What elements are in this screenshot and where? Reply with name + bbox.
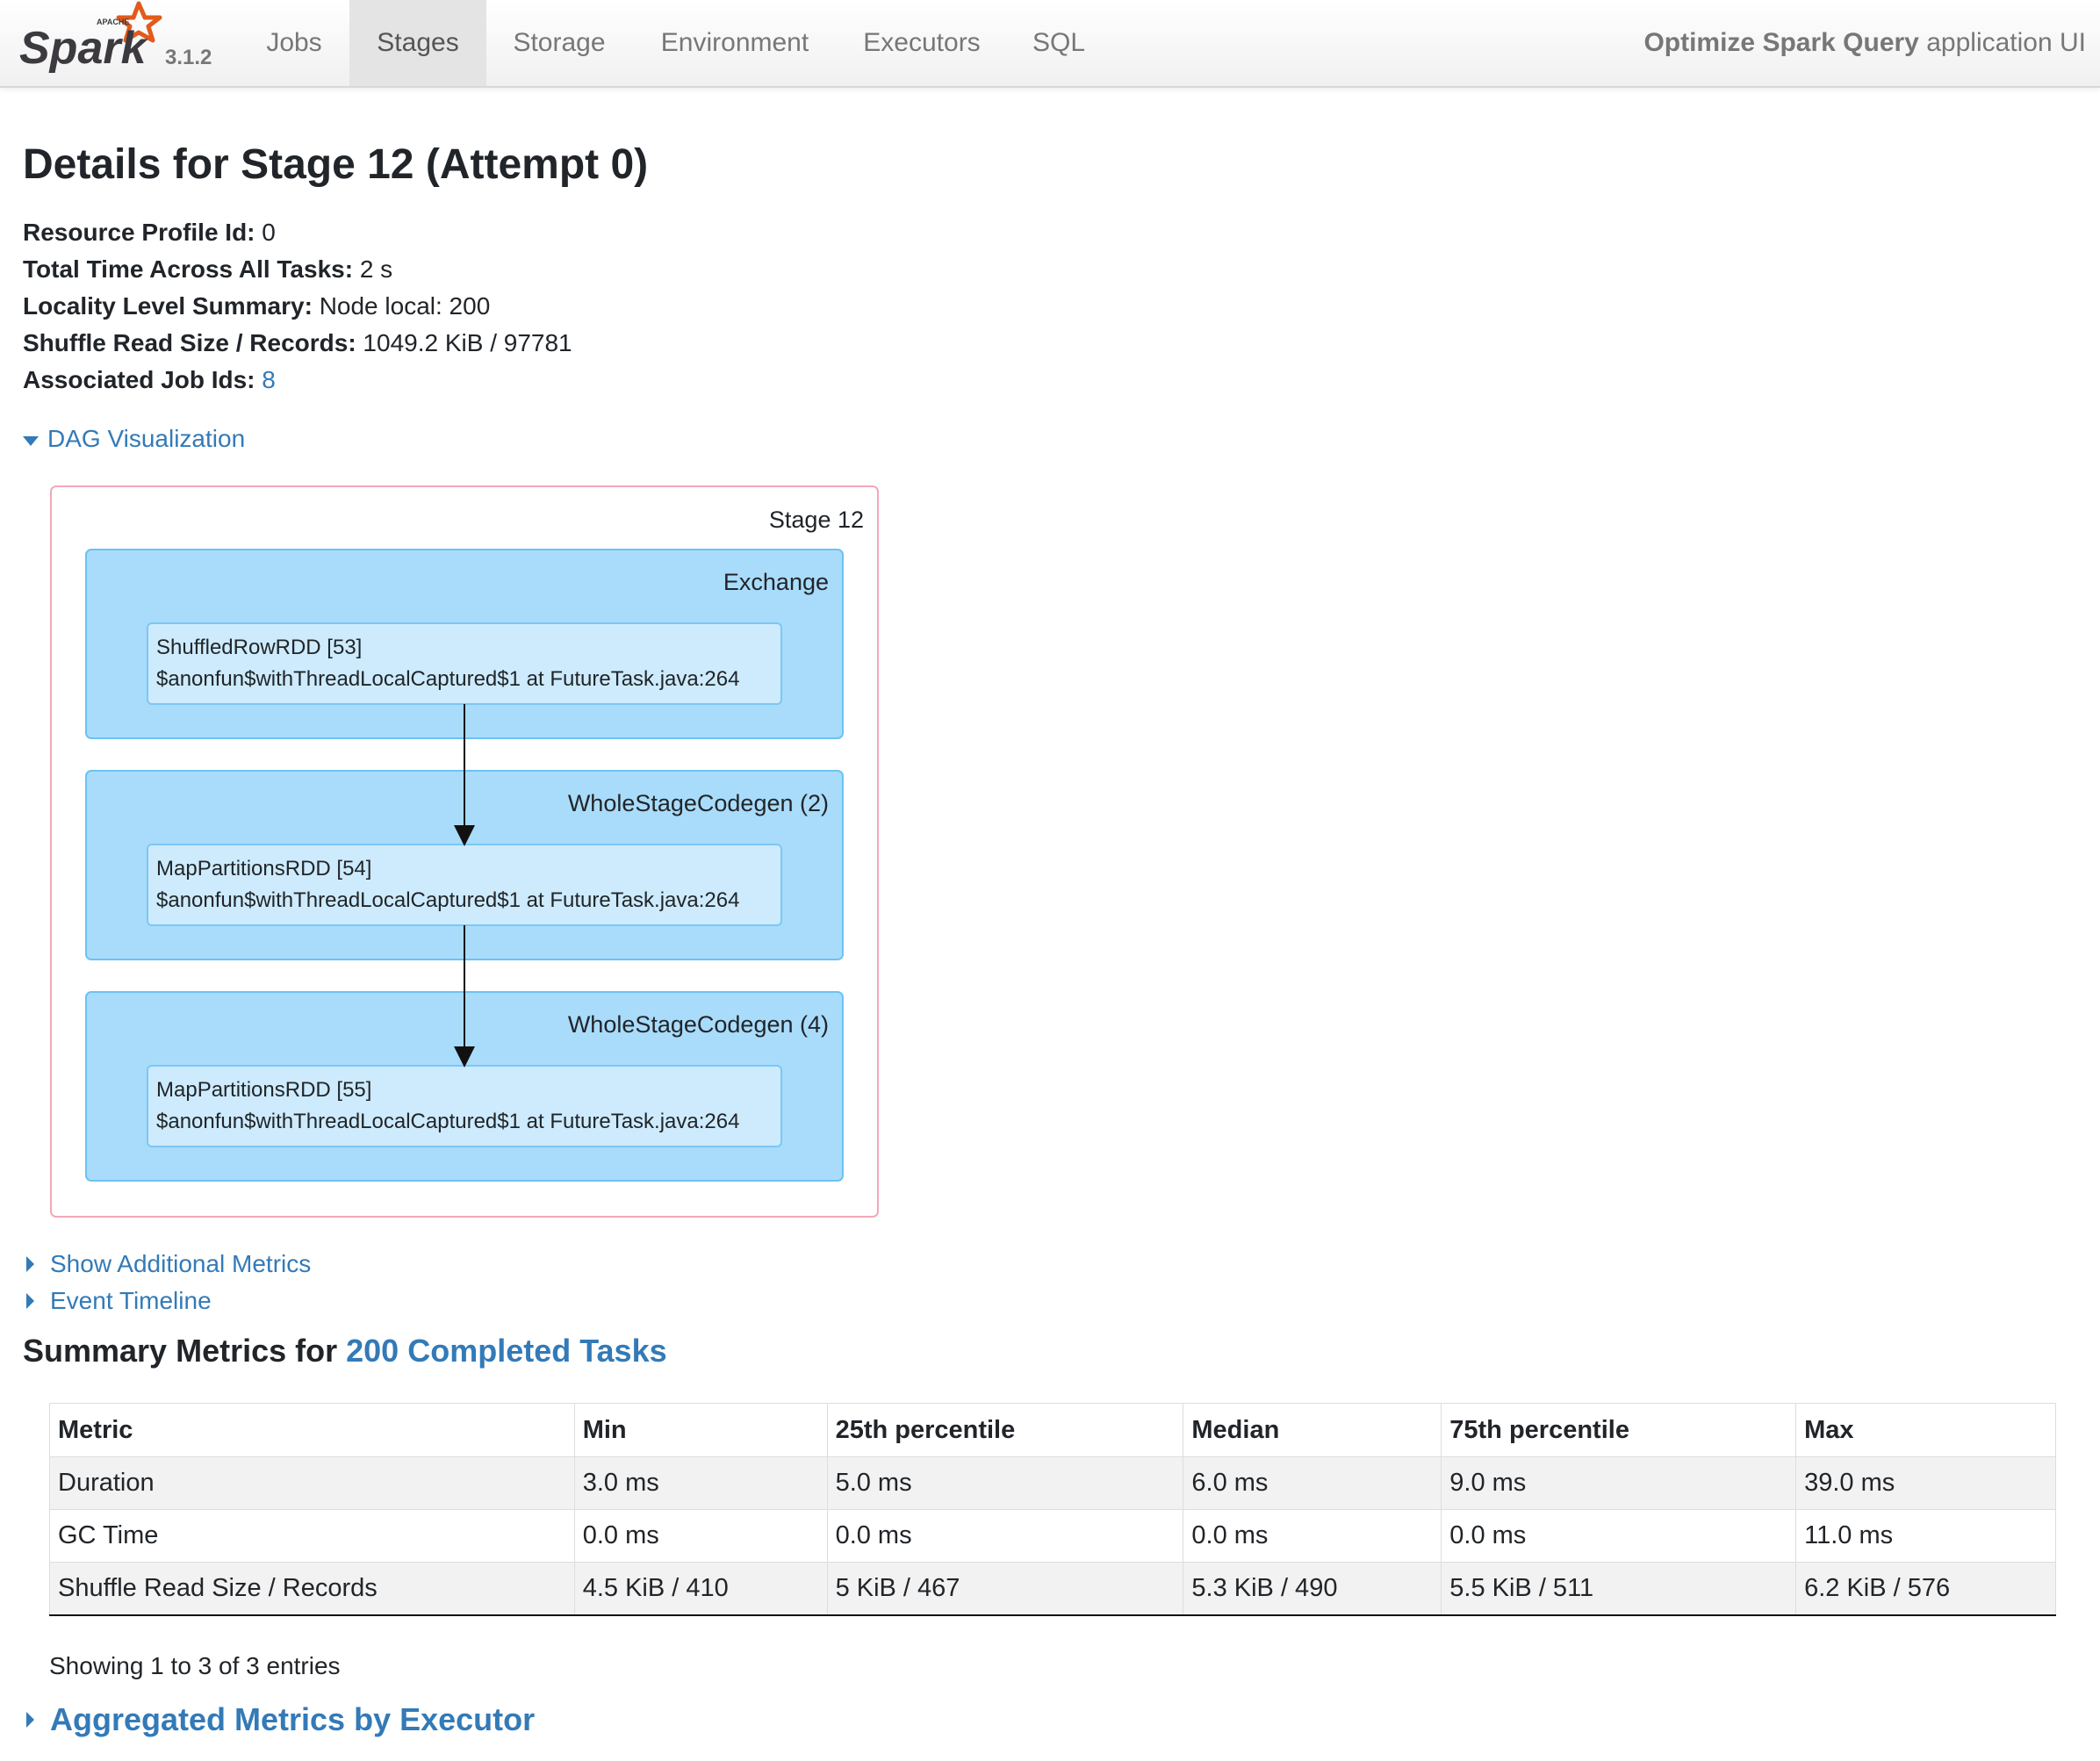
- table-cell: 5.0 ms: [826, 1456, 1184, 1510]
- table-cell: Shuffle Read Size / Records: [49, 1562, 575, 1616]
- show-additional-metrics-toggle[interactable]: Show Additional Metrics: [23, 1250, 311, 1278]
- summary-metrics-title: Summary Metrics for 200 Completed Tasks: [23, 1333, 667, 1369]
- rdd-callsite: $anonfun$withThreadLocalCaptured$1 at Fu…: [156, 888, 739, 912]
- info-shuffle-read: Shuffle Read Size / Records: 1049.2 KiB …: [23, 325, 572, 362]
- info-label: Associated Job Ids:: [23, 366, 255, 393]
- table-cell: 6.0 ms: [1183, 1456, 1442, 1510]
- info-total-time: Total Time Across All Tasks: 2 s: [23, 251, 572, 288]
- rdd-callsite: $anonfun$withThreadLocalCaptured$1 at Fu…: [156, 1110, 739, 1133]
- nav-tab-jobs[interactable]: Jobs: [248, 0, 340, 86]
- table-cell: Duration: [49, 1456, 575, 1510]
- caret-right-icon: [26, 1256, 34, 1272]
- column-header[interactable]: 75th percentile: [1441, 1403, 1797, 1457]
- info-value: Node local: 200: [319, 292, 491, 320]
- table-cell: 4.5 KiB / 410: [573, 1562, 828, 1616]
- summary-metrics-table: Metric Min 25th percentile Median 75th p…: [49, 1403, 2056, 1616]
- table-cell: GC Time: [49, 1509, 575, 1563]
- info-job-ids: Associated Job Ids: 8: [23, 362, 572, 399]
- nav-tab-stages[interactable]: Stages: [349, 0, 486, 86]
- nav-tab-storage[interactable]: Storage: [498, 0, 621, 86]
- caret-right-icon: [26, 1712, 34, 1728]
- dag-visualization-toggle[interactable]: DAG Visualization: [23, 425, 245, 453]
- caret-down-icon: [23, 435, 39, 446]
- column-header[interactable]: 25th percentile: [826, 1403, 1184, 1457]
- app-suffix: application UI: [1926, 28, 2086, 57]
- column-header[interactable]: Max: [1795, 1403, 2056, 1457]
- info-label: Shuffle Read Size / Records:: [23, 329, 356, 356]
- stage-info-list: Resource Profile Id: 0 Total Time Across…: [23, 214, 572, 399]
- dag-graph: Stage 12 Exchange ShuffledRowRDD [53] $a…: [50, 485, 879, 1218]
- column-header[interactable]: Metric: [49, 1403, 575, 1457]
- summary-title-prefix: Summary Metrics for: [23, 1333, 338, 1369]
- table-row: Duration 3.0 ms 5.0 ms 6.0 ms 9.0 ms 39.…: [49, 1456, 2056, 1510]
- table-cell: 0.0 ms: [573, 1509, 828, 1563]
- table-cell: 0.0 ms: [826, 1509, 1184, 1563]
- rdd-callsite: $anonfun$withThreadLocalCaptured$1 at Fu…: [156, 667, 739, 691]
- info-label: Total Time Across All Tasks:: [23, 255, 354, 283]
- event-timeline-label: Event Timeline: [50, 1287, 212, 1314]
- spark-logo-icon: APACHE Spark: [19, 1, 162, 74]
- app-name: Optimize Spark Query: [1643, 28, 1919, 57]
- spark-version: 3.1.2: [165, 46, 212, 69]
- table-cell: 3.0 ms: [573, 1456, 828, 1510]
- info-label: Resource Profile Id:: [23, 219, 255, 246]
- table-row: Shuffle Read Size / Records 4.5 KiB / 41…: [49, 1562, 2056, 1616]
- dag-cluster-label: WholeStageCodegen (2): [568, 790, 829, 816]
- stage-cluster-label: Stage 12: [769, 507, 864, 533]
- rdd-name: ShuffledRowRDD [53]: [156, 636, 362, 659]
- job-id-link[interactable]: 8: [262, 366, 276, 393]
- caret-right-icon: [26, 1293, 34, 1309]
- table-cell: 11.0 ms: [1795, 1509, 2056, 1563]
- table-cell: 39.0 ms: [1795, 1456, 2056, 1510]
- info-value: 1049.2 KiB / 97781: [363, 329, 572, 356]
- aggregated-metrics-toggle[interactable]: Aggregated Metrics by Executor: [23, 1701, 535, 1738]
- rdd-name: MapPartitionsRDD [54]: [156, 857, 371, 880]
- table-cell: 5.3 KiB / 490: [1183, 1562, 1442, 1616]
- info-value: 0: [262, 219, 276, 246]
- table-cell: 0.0 ms: [1183, 1509, 1442, 1563]
- table-cell: 5.5 KiB / 511: [1441, 1562, 1797, 1616]
- top-navbar: APACHE Spark 3.1.2 Jobs Stages Storage E…: [0, 0, 2100, 88]
- nav-tab-executors[interactable]: Executors: [847, 0, 996, 86]
- table-entries-info: Showing 1 to 3 of 3 entries: [49, 1652, 341, 1679]
- column-header[interactable]: Median: [1183, 1403, 1442, 1457]
- info-value: 2 s: [359, 255, 393, 283]
- table-cell: 9.0 ms: [1441, 1456, 1797, 1510]
- column-header[interactable]: Min: [573, 1403, 828, 1457]
- aggregated-metrics-label: Aggregated Metrics by Executor: [50, 1701, 536, 1737]
- nav-tab-environment[interactable]: Environment: [645, 0, 824, 86]
- additional-metrics-label: Show Additional Metrics: [50, 1250, 312, 1277]
- table-row: GC Time 0.0 ms 0.0 ms 0.0 ms 0.0 ms 11.0…: [49, 1509, 2056, 1563]
- page-title: Details for Stage 12 (Attempt 0): [23, 141, 649, 188]
- nav-tab-sql[interactable]: SQL: [1018, 0, 1099, 86]
- info-locality: Locality Level Summary: Node local: 200: [23, 288, 572, 325]
- app-title: Optimize Spark Query application UI: [1643, 0, 2086, 86]
- table-cell: 5 KiB / 467: [826, 1562, 1184, 1616]
- logo-text: Spark: [19, 23, 149, 74]
- completed-tasks-link[interactable]: 200 Completed Tasks: [346, 1333, 666, 1369]
- table-header-row: Metric Min 25th percentile Median 75th p…: [49, 1403, 2056, 1457]
- dag-cluster-label: WholeStageCodegen (4): [568, 1011, 829, 1038]
- info-resource-profile: Resource Profile Id: 0: [23, 214, 572, 251]
- dag-toggle-label: DAG Visualization: [47, 425, 246, 452]
- dag-cluster-label: Exchange: [723, 569, 829, 595]
- table-cell: 6.2 KiB / 576: [1795, 1562, 2056, 1616]
- rdd-name: MapPartitionsRDD [55]: [156, 1078, 371, 1102]
- info-label: Locality Level Summary:: [23, 292, 313, 320]
- event-timeline-toggle[interactable]: Event Timeline: [23, 1287, 212, 1315]
- spark-brand[interactable]: APACHE Spark 3.1.2: [18, 0, 219, 86]
- table-cell: 0.0 ms: [1441, 1509, 1797, 1563]
